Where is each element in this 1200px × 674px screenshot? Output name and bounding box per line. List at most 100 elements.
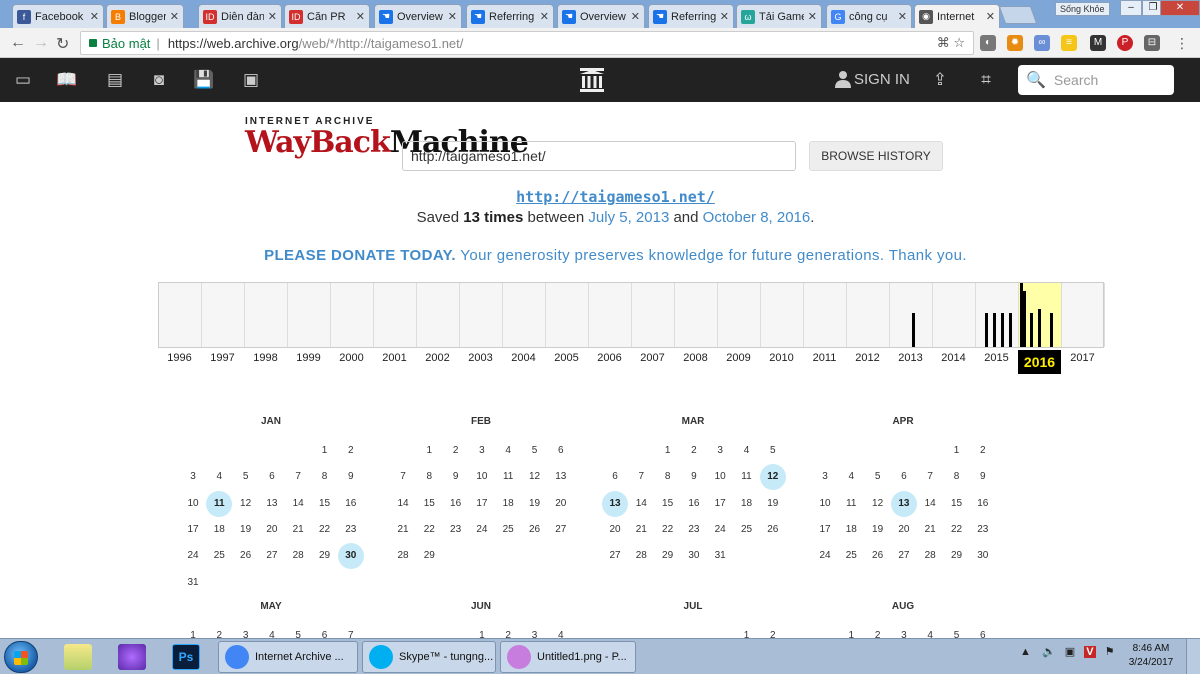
year-label[interactable]: 2006 bbox=[588, 352, 631, 364]
show-desktop-button[interactable] bbox=[1186, 639, 1200, 674]
browser-tab[interactable]: ☚ Overview ✕ bbox=[374, 4, 462, 28]
bookmark-star-icon[interactable]: ☆ bbox=[953, 35, 965, 50]
tab-close-icon[interactable]: ✕ bbox=[540, 10, 549, 23]
histogram-year-cell[interactable] bbox=[374, 283, 417, 347]
tray-arrow-icon[interactable]: ▲ bbox=[1020, 646, 1031, 658]
histogram-year-cell[interactable] bbox=[632, 283, 675, 347]
browser-tab[interactable]: ☚ Overview ✕ bbox=[557, 4, 645, 28]
calendar-day-snapshot[interactable]: 12 bbox=[759, 464, 786, 491]
year-label[interactable]: 2010 bbox=[760, 352, 803, 364]
profile-name[interactable]: Sống Khỏe bbox=[1055, 2, 1110, 16]
tab-close-icon[interactable]: ✕ bbox=[898, 10, 907, 23]
site-url-link[interactable]: http://taigameso1.net/ bbox=[0, 188, 1200, 206]
tab-close-icon[interactable]: ✕ bbox=[720, 10, 729, 23]
histogram-bar[interactable] bbox=[985, 313, 989, 347]
year-label[interactable]: 2002 bbox=[416, 352, 459, 364]
close-window-button[interactable]: ✕ bbox=[1160, 0, 1200, 16]
browser-tab[interactable]: ☚ Referring ✕ bbox=[648, 4, 734, 28]
browser-tab[interactable]: B Blogger ✕ bbox=[106, 4, 184, 28]
calendar-day-snapshot[interactable]: 30 bbox=[337, 543, 364, 570]
clock[interactable]: 8:46 AM 3/24/2017 bbox=[1128, 642, 1174, 670]
histogram-year-cell[interactable] bbox=[976, 283, 1019, 347]
photoshop-icon[interactable]: Ps bbox=[172, 644, 200, 670]
software-icon[interactable]: 💾 bbox=[193, 70, 215, 90]
wayback-machine-logo[interactable]: INTERNET ARCHIVE WayBackMachine bbox=[245, 116, 529, 172]
sign-in-link[interactable]: SIGN IN bbox=[834, 70, 910, 88]
calendar-day-snapshot[interactable]: 11 bbox=[206, 490, 233, 517]
year-label[interactable]: 2001 bbox=[373, 352, 416, 364]
calendar-day-snapshot[interactable]: 13 bbox=[602, 490, 628, 517]
browser-tab[interactable]: Gcông cụ ✕ bbox=[826, 4, 912, 28]
year-label[interactable]: 2013 bbox=[889, 352, 932, 364]
year-label[interactable]: 2008 bbox=[674, 352, 717, 364]
histogram-year-cell[interactable] bbox=[417, 283, 460, 347]
year-label[interactable]: 2012 bbox=[846, 352, 889, 364]
year-label[interactable]: 2000 bbox=[330, 352, 373, 364]
browser-tab[interactable]: ◉ Internet ✕ bbox=[914, 4, 1000, 28]
histogram-bar[interactable] bbox=[1008, 313, 1012, 347]
histogram-bar[interactable] bbox=[1023, 290, 1027, 347]
histogram-year-cell[interactable] bbox=[503, 283, 546, 347]
histogram-bar[interactable] bbox=[993, 313, 997, 347]
browser-tab[interactable]: f Facebook ✕ bbox=[12, 4, 104, 28]
network-icon[interactable]: ▣ bbox=[1065, 646, 1075, 658]
file-explorer-icon[interactable] bbox=[64, 644, 92, 670]
histogram-bar[interactable] bbox=[911, 313, 915, 347]
texts-icon[interactable]: 📖 bbox=[56, 70, 78, 90]
pinterest-icon[interactable]: P bbox=[1117, 35, 1133, 51]
minimize-button[interactable]: – bbox=[1120, 0, 1142, 16]
year-label[interactable]: 2016 bbox=[1018, 350, 1061, 374]
ia-logo-icon[interactable] bbox=[578, 66, 606, 94]
year-label[interactable]: 2011 bbox=[803, 352, 846, 364]
tab-close-icon[interactable]: ✕ bbox=[356, 10, 365, 23]
flag-icon[interactable]: ⚑ bbox=[1105, 646, 1115, 658]
year-label[interactable]: 2007 bbox=[631, 352, 674, 364]
forward-icon[interactable]: → bbox=[33, 34, 49, 52]
histogram-bar[interactable] bbox=[1030, 313, 1034, 347]
tab-close-icon[interactable]: ✕ bbox=[268, 10, 277, 23]
histogram-year-cell[interactable] bbox=[288, 283, 331, 347]
search-input[interactable]: 🔍 Search bbox=[1018, 65, 1174, 95]
histogram-bar[interactable] bbox=[1037, 308, 1041, 347]
capture-histogram[interactable] bbox=[158, 282, 1105, 348]
extension-icon[interactable]: ∞ bbox=[1034, 35, 1050, 51]
extension-icon[interactable]: ◐ bbox=[980, 35, 996, 51]
year-label[interactable]: 2004 bbox=[502, 352, 545, 364]
year-label[interactable]: 1996 bbox=[158, 352, 201, 364]
antivirus-icon[interactable]: V bbox=[1084, 646, 1096, 658]
tab-close-icon[interactable]: ✕ bbox=[986, 10, 995, 23]
year-label[interactable]: 2009 bbox=[717, 352, 760, 364]
tab-close-icon[interactable]: ✕ bbox=[631, 10, 640, 23]
tab-close-icon[interactable]: ✕ bbox=[170, 10, 179, 23]
year-label[interactable]: 2005 bbox=[545, 352, 588, 364]
histogram-year-cell[interactable] bbox=[847, 283, 890, 347]
taskbar-window-button[interactable]: Untitled1.png - P... bbox=[500, 641, 636, 673]
histogram-year-cell[interactable] bbox=[675, 283, 718, 347]
histogram-year-cell[interactable] bbox=[460, 283, 503, 347]
extension-icon[interactable]: ⊟ bbox=[1144, 35, 1160, 51]
histogram-year-cell[interactable] bbox=[933, 283, 976, 347]
browse-history-button[interactable]: BROWSE HISTORY bbox=[809, 141, 943, 171]
histogram-year-cell[interactable] bbox=[589, 283, 632, 347]
histogram-year-cell[interactable] bbox=[245, 283, 288, 347]
translate-icon[interactable]: ⌘ bbox=[937, 35, 950, 50]
volume-icon[interactable]: 🔈 bbox=[1042, 646, 1056, 658]
first-capture-link[interactable]: July 5, 2013 bbox=[588, 209, 669, 226]
histogram-year-cell[interactable] bbox=[546, 283, 589, 347]
calendar-day-snapshot[interactable]: 13 bbox=[890, 490, 917, 517]
extension-icon[interactable]: ✹ bbox=[1007, 35, 1023, 51]
year-label[interactable]: 2014 bbox=[932, 352, 975, 364]
histogram-year-cell[interactable] bbox=[718, 283, 761, 347]
reload-icon[interactable]: ↻ bbox=[56, 34, 69, 54]
address-bar[interactable]: Bảo mật | https://web.archive.org/web/*/… bbox=[80, 31, 974, 55]
histogram-bar[interactable] bbox=[1000, 313, 1004, 347]
start-button[interactable] bbox=[4, 641, 38, 673]
app-icon[interactable] bbox=[118, 644, 146, 670]
histogram-year-cell[interactable] bbox=[159, 283, 202, 347]
tab-close-icon[interactable]: ✕ bbox=[808, 10, 817, 23]
url-input[interactable]: http://taigameso1.net/ bbox=[402, 141, 796, 171]
extension-icon[interactable]: M bbox=[1090, 35, 1106, 51]
new-tab-button[interactable] bbox=[998, 6, 1038, 24]
taskbar-window-button[interactable]: Internet Archive ... bbox=[218, 641, 358, 673]
histogram-year-cell[interactable] bbox=[804, 283, 847, 347]
